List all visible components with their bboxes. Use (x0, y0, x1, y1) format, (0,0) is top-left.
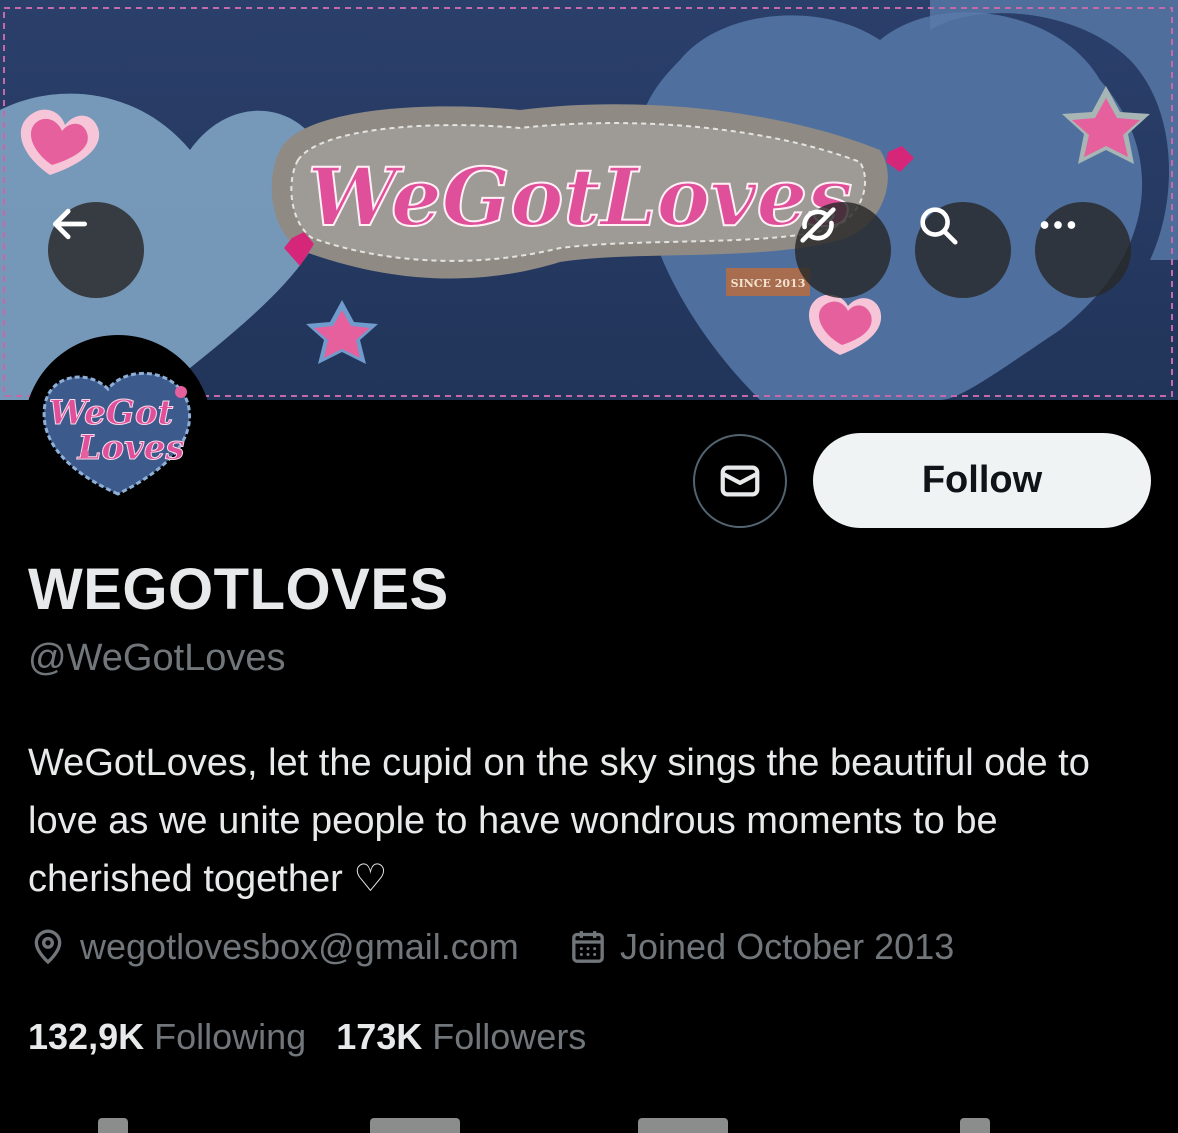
tab-peek-1 (98, 1118, 128, 1133)
avatar-logo: WeGot Loves (42, 372, 191, 496)
profile-bio: WeGotLoves, let the cupid on the sky sin… (28, 742, 1090, 900)
banner-logo-text: WeGotLoves (308, 150, 853, 244)
followers-count: 173K (336, 1016, 423, 1057)
following-link[interactable]: 132,9K Following (28, 1016, 306, 1058)
tab-peek-4 (960, 1118, 990, 1133)
refresh-button[interactable] (795, 202, 891, 298)
display-name: WEGOTLOVES (28, 557, 449, 622)
location-pin-icon (34, 929, 62, 965)
banner-since-tag: SINCE 2013 (731, 277, 806, 290)
profile-avatar[interactable]: WeGot Loves (24, 335, 212, 523)
message-button[interactable] (693, 434, 787, 528)
profile-joined-text: Joined October 2013 (620, 926, 955, 967)
back-button[interactable] (48, 202, 144, 298)
arrow-left-icon (52, 208, 88, 240)
refresh-icon (800, 207, 836, 243)
profile-location: wegotlovesbox@gmail.com (28, 926, 519, 968)
profile-banner[interactable]: WeGotLoves SINCE 2013 (0, 0, 1178, 400)
tab-peek-3 (638, 1118, 728, 1133)
following-label: Following (154, 1016, 307, 1057)
profile-joined: Joined October 2013 (568, 926, 954, 968)
search-button[interactable] (915, 202, 1011, 298)
user-handle: @WeGotLoves (28, 637, 286, 679)
search-icon (920, 207, 958, 245)
followers-link[interactable]: 173K Followers (336, 1016, 586, 1058)
profile-location-text[interactable]: wegotlovesbox@gmail.com (80, 926, 519, 968)
follow-button[interactable]: Follow (813, 433, 1151, 528)
following-count: 132,9K (28, 1016, 145, 1057)
tab-peek-2 (370, 1118, 460, 1133)
more-options-button[interactable] (1035, 202, 1131, 298)
more-horizontal-icon (1040, 221, 1076, 229)
avatar-logo-line1: WeGot (49, 393, 174, 433)
followers-label: Followers (432, 1016, 587, 1057)
calendar-icon (572, 931, 604, 963)
banner-artwork: WeGotLoves SINCE 2013 (0, 0, 1178, 400)
profile-tabs-cropped (0, 1118, 1178, 1133)
envelope-icon (720, 465, 760, 497)
profile-stats: 132,9K Following 173K Followers (28, 1016, 586, 1058)
avatar-logo-line2: Loves (76, 428, 184, 468)
